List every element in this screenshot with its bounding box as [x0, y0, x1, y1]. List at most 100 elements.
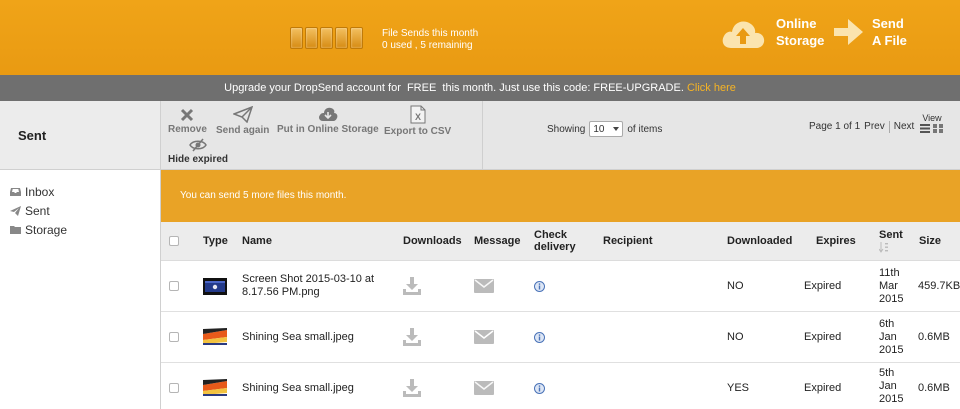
sidebar-item-sent[interactable]: Sent — [0, 201, 160, 220]
sidebar-header: Sent — [0, 101, 161, 170]
sidebar-nav: Inbox Sent Storage — [0, 170, 161, 409]
items-per-page-value: 10 — [593, 123, 605, 135]
put-in-storage-button[interactable]: Put in Online Storage — [277, 106, 379, 135]
put-in-storage-label: Put in Online Storage — [277, 124, 379, 135]
col-size: Size — [919, 235, 942, 247]
table-row[interactable]: Screen Shot 2015-03-10 at 8.17.56 PM.png… — [161, 261, 960, 312]
file-thumbnail — [203, 379, 227, 396]
sidebar-item-storage[interactable]: Storage — [0, 220, 160, 239]
file-name[interactable]: Screen Shot 2015-03-10 at 8.17.56 PM.png — [242, 273, 374, 299]
col-check-delivery-1: Check — [534, 229, 568, 241]
eye-slash-icon — [189, 138, 207, 152]
sent-date: 6th Jan 2015 — [879, 318, 903, 357]
usage-slot — [305, 27, 318, 49]
top-header: File Sends this month 0 used , 5 remaini… — [0, 0, 960, 75]
pagination: Page 1 of 1 Prev Next — [809, 121, 914, 133]
view-label: View — [922, 113, 942, 123]
hide-expired-button[interactable]: Hide expired — [168, 138, 228, 165]
sent-month: Mar — [879, 280, 898, 292]
page-title: Sent — [18, 128, 47, 143]
usage-slot — [350, 27, 363, 49]
send-again-label: Send again — [216, 125, 270, 136]
view-mode-icon — [920, 124, 943, 133]
file-size: 0.6MB — [918, 382, 950, 394]
downloaded-status: NO — [727, 331, 744, 343]
envelope-icon[interactable] — [474, 279, 494, 293]
col-type: Type — [203, 235, 228, 247]
folder-icon — [10, 226, 21, 234]
file-name-line1: Screen Shot 2015-03-10 at — [242, 273, 375, 285]
next-link[interactable]: Next — [894, 121, 915, 133]
file-size: 0.6MB — [918, 331, 950, 343]
promo-text: Upgrade your DropSend account for FREE t… — [224, 82, 684, 94]
download-icon[interactable] — [403, 277, 421, 295]
close-icon — [181, 108, 194, 122]
usage-slot — [290, 27, 303, 49]
col-message: Message — [474, 235, 521, 247]
sent-day: 5th — [879, 367, 895, 379]
info-icon[interactable] — [534, 332, 545, 343]
info-icon[interactable] — [534, 383, 545, 394]
export-csv-label: Export to CSV — [384, 126, 452, 137]
col-name[interactable]: Name — [242, 235, 272, 247]
info-icon[interactable] — [534, 281, 545, 292]
file-name[interactable]: Shining Sea small.jpeg — [242, 331, 354, 343]
sent-month: Jan — [879, 380, 897, 392]
sent-year: 2015 — [879, 344, 904, 356]
send-again-button[interactable]: Send again — [216, 106, 269, 136]
file-name-line2: 8.17.56 PM.png — [242, 286, 320, 298]
file-size: 459.7KB — [918, 280, 960, 292]
view-toggle[interactable]: View — [920, 113, 944, 135]
excel-file-icon: X — [410, 105, 426, 124]
envelope-icon[interactable] — [474, 381, 494, 395]
sort-icon — [879, 242, 888, 253]
col-downloaded: Downloaded — [727, 235, 793, 247]
cloud-download-icon — [318, 107, 338, 121]
sent-month: Jan — [879, 331, 897, 343]
sent-day: 6th — [879, 318, 895, 330]
remove-label: Remove — [168, 124, 207, 135]
send-label-1: Send — [872, 16, 904, 31]
sends-status: 0 used , 5 remaining — [382, 40, 473, 51]
send-limit-notice: You can send 5 more files this month. — [161, 170, 960, 222]
col-sent-label: Sent — [879, 229, 903, 241]
col-sent[interactable]: Sent — [879, 229, 903, 253]
send-file-button[interactable]: Send A File — [834, 15, 907, 49]
envelope-icon[interactable] — [474, 330, 494, 344]
paper-plane-icon — [232, 106, 253, 123]
toolbar: Remove Send again Put in Online Storage … — [161, 101, 960, 170]
download-icon[interactable] — [403, 328, 421, 346]
expires-value: Expired — [804, 280, 842, 292]
remove-button[interactable]: Remove — [168, 108, 207, 135]
promo-link[interactable]: Click here — [687, 82, 736, 94]
page-info: Page 1 of 1 — [809, 121, 861, 132]
select-all-checkbox[interactable] — [169, 236, 179, 246]
sent-date: 5th Jan 2015 — [879, 367, 903, 406]
table-row[interactable]: Shining Sea small.jpeg YES Expired 5th J… — [161, 363, 960, 409]
downloaded-status: NO — [727, 280, 744, 292]
chevron-down-icon — [613, 127, 620, 131]
table-row[interactable]: Shining Sea small.jpeg NO Expired 6th Ja… — [161, 312, 960, 363]
showing-label: Showing — [547, 123, 586, 135]
file-name[interactable]: Shining Sea small.jpeg — [242, 382, 354, 394]
upgrade-promo-bar: Upgrade your DropSend account for FREE t… — [0, 75, 960, 101]
sent-year: 2015 — [879, 293, 904, 305]
download-icon[interactable] — [403, 379, 421, 397]
downloaded-status: YES — [727, 382, 750, 394]
sidebar-item-inbox[interactable]: Inbox — [0, 182, 160, 201]
col-check-delivery-2: delivery — [534, 241, 576, 253]
storage-label-1: Online — [776, 16, 817, 31]
row-checkbox[interactable] — [169, 281, 179, 291]
prev-link[interactable]: Prev — [864, 121, 885, 133]
col-expires[interactable]: Expires — [816, 235, 856, 247]
usage-slot — [320, 27, 333, 49]
svg-text:X: X — [415, 112, 421, 122]
export-csv-button[interactable]: X Export to CSV — [384, 105, 451, 137]
row-checkbox[interactable] — [169, 332, 179, 342]
sent-day: 11th — [879, 267, 900, 279]
row-checkbox[interactable] — [169, 383, 179, 393]
items-per-page-select[interactable]: 10 — [589, 121, 624, 137]
send-usage-meter — [290, 27, 363, 49]
online-storage-button[interactable]: Online Storage — [720, 15, 824, 49]
cloud-upload-icon — [722, 21, 765, 48]
